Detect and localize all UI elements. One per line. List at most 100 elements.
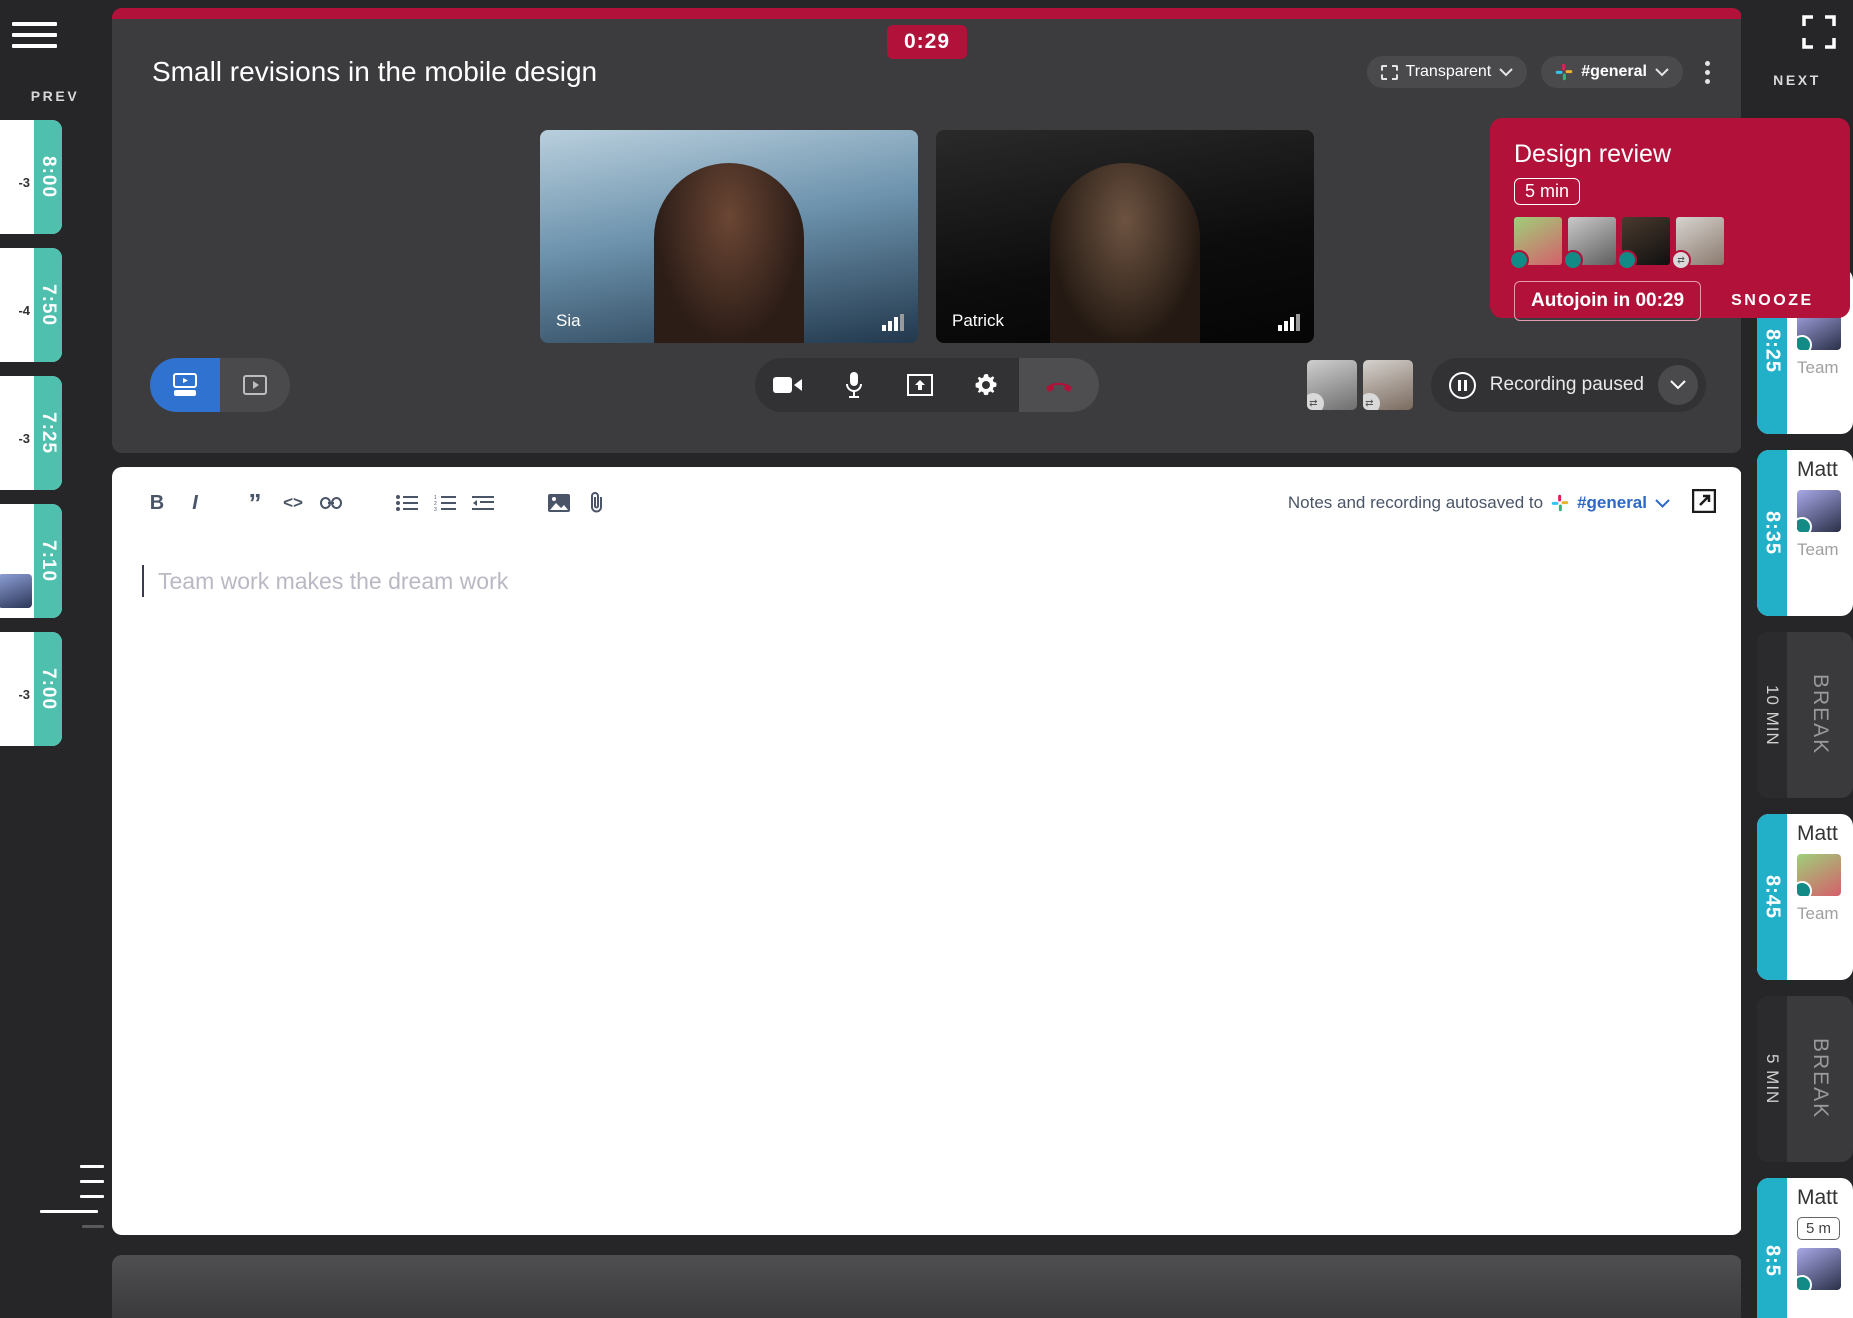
next-card-time: 8:45: [1757, 814, 1787, 980]
presentation-layout-button[interactable]: [150, 358, 220, 412]
prev-card[interactable]: -3 8:00: [0, 120, 62, 234]
code-button[interactable]: <>: [274, 484, 312, 522]
next-card-subtitle: Team: [1797, 540, 1853, 560]
autojoin-button[interactable]: Autojoin in 00:29: [1514, 281, 1701, 321]
participant-video: [1050, 163, 1200, 343]
avatar: [1622, 217, 1670, 265]
call-controls: [755, 358, 1099, 412]
notes-editor[interactable]: Team work makes the dream work: [112, 539, 1742, 1235]
snooze-button[interactable]: SNOOZE: [1731, 292, 1814, 310]
image-button[interactable]: [540, 484, 578, 522]
link-icon: [320, 496, 342, 510]
chevron-down-icon[interactable]: [1655, 499, 1670, 508]
next-card-body: Matt 5 m: [1787, 1178, 1853, 1318]
settings-button[interactable]: [953, 358, 1019, 412]
layout-toggle: [150, 358, 290, 412]
recording-status-button[interactable]: Recording paused: [1431, 358, 1706, 412]
svg-text:3: 3: [434, 507, 437, 511]
prev-card[interactable]: -3 7:25: [0, 376, 62, 490]
next-card-subtitle: Team: [1797, 358, 1853, 378]
meeting-notification-card: Design review 5 min ⇄ Autojoin in 00:29 …: [1490, 118, 1850, 318]
prev-card[interactable]: -3 7:00: [0, 632, 62, 746]
hangup-button[interactable]: [1019, 358, 1099, 412]
prev-card-title: -4: [18, 303, 30, 318]
microphone-button[interactable]: [821, 358, 887, 412]
slack-icon: [1555, 63, 1573, 81]
kebab-menu-icon[interactable]: [1697, 57, 1718, 88]
signal-strength-icon: [1278, 314, 1300, 331]
recording-area: ⇄ ⇄ Recording paused: [1307, 358, 1706, 412]
notes-panel: B I ” <> 1: [112, 467, 1742, 1235]
prev-card-body: -3: [0, 632, 34, 746]
prev-label: PREV: [0, 88, 110, 104]
status-badge: [1797, 335, 1812, 350]
notes-placeholder: Team work makes the dream work: [158, 568, 508, 595]
attachment-button[interactable]: [578, 484, 616, 522]
participant-name: Sia: [556, 311, 581, 331]
next-card-title: Matt: [1797, 1186, 1853, 1210]
progress-bar: [112, 8, 1742, 19]
prev-card-stack: -3 8:00 -4 7:50 -3 7:25 7:10: [0, 120, 110, 760]
avatar[interactable]: ⇄: [1363, 360, 1413, 410]
next-meeting-card[interactable]: 8:45 Matt Team: [1757, 814, 1853, 980]
gear-icon: [972, 371, 1000, 399]
autosave-channel[interactable]: #general: [1577, 493, 1647, 513]
video-tile[interactable]: Sia: [540, 130, 918, 343]
video-camera-icon: [773, 375, 803, 395]
notification-title: Design review: [1514, 140, 1826, 169]
prev-card-body: -3: [0, 376, 34, 490]
hamburger-icon[interactable]: [12, 18, 57, 52]
camera-button[interactable]: [755, 358, 821, 412]
phone-hangup-icon: [1043, 376, 1075, 394]
signal-strength-icon: [882, 314, 904, 331]
prev-card-title: -3: [18, 431, 30, 446]
bullet-list-button[interactable]: [388, 484, 426, 522]
next-meeting-card[interactable]: 8:35 Matt Team: [1757, 450, 1853, 616]
next-card-body: Matt Team: [1787, 814, 1853, 980]
background-label: Transparent: [1406, 63, 1492, 81]
share-screen-button[interactable]: [887, 358, 953, 412]
recording-status-label: Recording paused: [1490, 374, 1644, 396]
next-card-time: 8:5: [1757, 1178, 1787, 1318]
italic-button[interactable]: I: [176, 484, 214, 522]
next-meeting-card[interactable]: 8:5 Matt 5 m: [1757, 1178, 1853, 1318]
notes-first-line[interactable]: Team work makes the dream work: [142, 565, 1712, 597]
bottom-panel-strip: [112, 1255, 1742, 1318]
pause-icon: [1449, 372, 1476, 399]
slack-icon: [1551, 494, 1569, 512]
open-external-button[interactable]: [1692, 489, 1716, 518]
channel-selector[interactable]: #general: [1541, 56, 1683, 88]
meeting-timer: 0:29: [887, 25, 967, 59]
break-card[interactable]: 10 MIN BREAK: [1757, 632, 1853, 798]
break-card[interactable]: 5 MIN BREAK: [1757, 996, 1853, 1162]
prev-card[interactable]: 7:10: [0, 504, 62, 618]
indent-button[interactable]: [464, 484, 502, 522]
prev-card-time: 8:00: [34, 120, 62, 234]
next-card-badge: 5 m: [1797, 1217, 1840, 1240]
next-card-title: Matt: [1797, 458, 1853, 482]
break-label: BREAK: [1787, 996, 1853, 1162]
bold-button[interactable]: B: [138, 484, 176, 522]
swap-icon: ⇄: [1363, 393, 1380, 410]
avatar[interactable]: ⇄: [1307, 360, 1357, 410]
notification-actions: Autojoin in 00:29 SNOOZE: [1514, 281, 1826, 321]
fullscreen-icon[interactable]: [1801, 14, 1837, 50]
background-selector[interactable]: Transparent: [1367, 56, 1528, 88]
autosave-indicator: Notes and recording autosaved to #genera…: [1288, 489, 1716, 518]
chevron-down-icon: [1670, 380, 1686, 390]
numbered-list-icon: 1 2 3: [434, 495, 456, 511]
timeline-ruler[interactable]: [40, 1153, 104, 1240]
numbered-list-button[interactable]: 1 2 3: [426, 484, 464, 522]
status-badge: [1563, 250, 1583, 270]
link-button[interactable]: [312, 484, 350, 522]
quote-button[interactable]: ”: [236, 484, 274, 522]
prev-card-title: -3: [18, 175, 30, 190]
avatar: [0, 574, 32, 608]
recording-dropdown-button[interactable]: [1658, 365, 1698, 405]
text-caret: [142, 565, 144, 597]
video-tile[interactable]: Patrick: [936, 130, 1314, 343]
prev-card[interactable]: -4 7:50: [0, 248, 62, 362]
prev-card-time: 7:25: [34, 376, 62, 490]
indent-icon: [472, 495, 494, 511]
speaker-layout-button[interactable]: [220, 358, 290, 412]
